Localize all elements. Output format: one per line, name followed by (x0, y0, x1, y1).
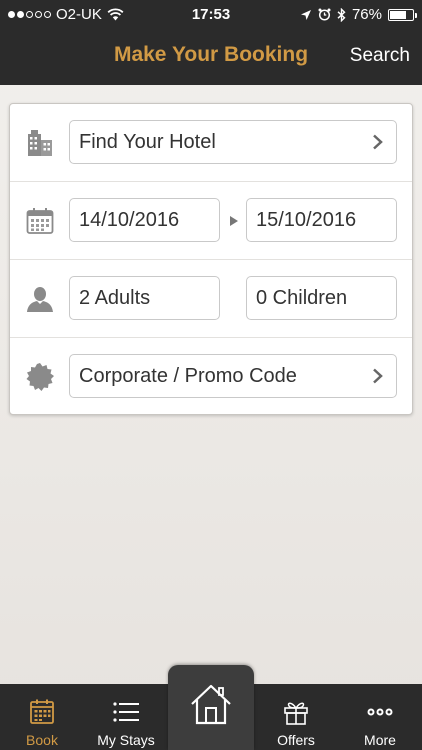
badge-icon (26, 363, 54, 391)
bluetooth-icon (337, 7, 346, 22)
tab-book-label: Book (26, 732, 58, 748)
calendar-icon (30, 699, 54, 724)
battery-percent: 76% (351, 6, 382, 23)
check-in-date-field[interactable]: 14/10/2016 (69, 198, 220, 242)
battery-icon (388, 8, 417, 21)
calendar-icon (26, 208, 54, 234)
adults-field[interactable]: 2 Adults (69, 276, 220, 320)
location-arrow-icon (300, 9, 311, 20)
tab-book[interactable]: Book (0, 684, 84, 750)
tab-offers[interactable]: Offers (254, 684, 338, 750)
chevron-right-icon (373, 368, 383, 384)
check-in-date: 14/10/2016 (79, 209, 180, 231)
promo-code-label: Corporate / Promo Code (79, 365, 297, 387)
hotel-row: Find Your Hotel (10, 104, 412, 182)
find-hotel-label: Find Your Hotel (79, 131, 216, 153)
person-icon (27, 287, 53, 312)
dates-row: 14/10/2016 15/10/2016 (10, 182, 412, 260)
adults-count: 2 Adults (79, 287, 151, 309)
building-icon (28, 130, 52, 156)
chevron-right-icon (373, 134, 383, 150)
gift-icon (284, 702, 308, 725)
status-bar: O2-UK 17:53 76% (0, 0, 422, 30)
alarm-clock-icon (318, 8, 331, 21)
guests-row: 2 Adults 0 Children (10, 260, 412, 338)
check-out-date-field[interactable]: 15/10/2016 (246, 198, 397, 242)
tab-more[interactable]: More (338, 684, 422, 750)
promo-row: Corporate / Promo Code (10, 338, 412, 416)
check-out-date: 15/10/2016 (256, 209, 357, 231)
tab-more-label: More (364, 732, 396, 748)
tab-offers-label: Offers (277, 732, 315, 748)
home-icon (191, 684, 231, 725)
list-icon (113, 702, 139, 722)
children-field[interactable]: 0 Children (246, 276, 397, 320)
battery-fill (390, 10, 406, 19)
booking-form: Find Your Hotel 14/10/2016 15/10/2016 2 … (9, 103, 413, 415)
find-hotel-field[interactable]: Find Your Hotel (69, 120, 397, 164)
children-count: 0 Children (256, 287, 348, 309)
arrow-right-icon (230, 216, 238, 226)
more-dots-icon (367, 708, 393, 716)
status-right: 76% (300, 6, 417, 23)
promo-code-field[interactable]: Corporate / Promo Code (69, 354, 397, 398)
tab-my-stays[interactable]: My Stays (84, 684, 168, 750)
tab-my-stays-label: My Stays (97, 732, 155, 748)
search-button[interactable]: Search (350, 45, 410, 67)
nav-bar: Make Your Booking Search (0, 30, 422, 85)
tab-home[interactable] (168, 665, 254, 750)
